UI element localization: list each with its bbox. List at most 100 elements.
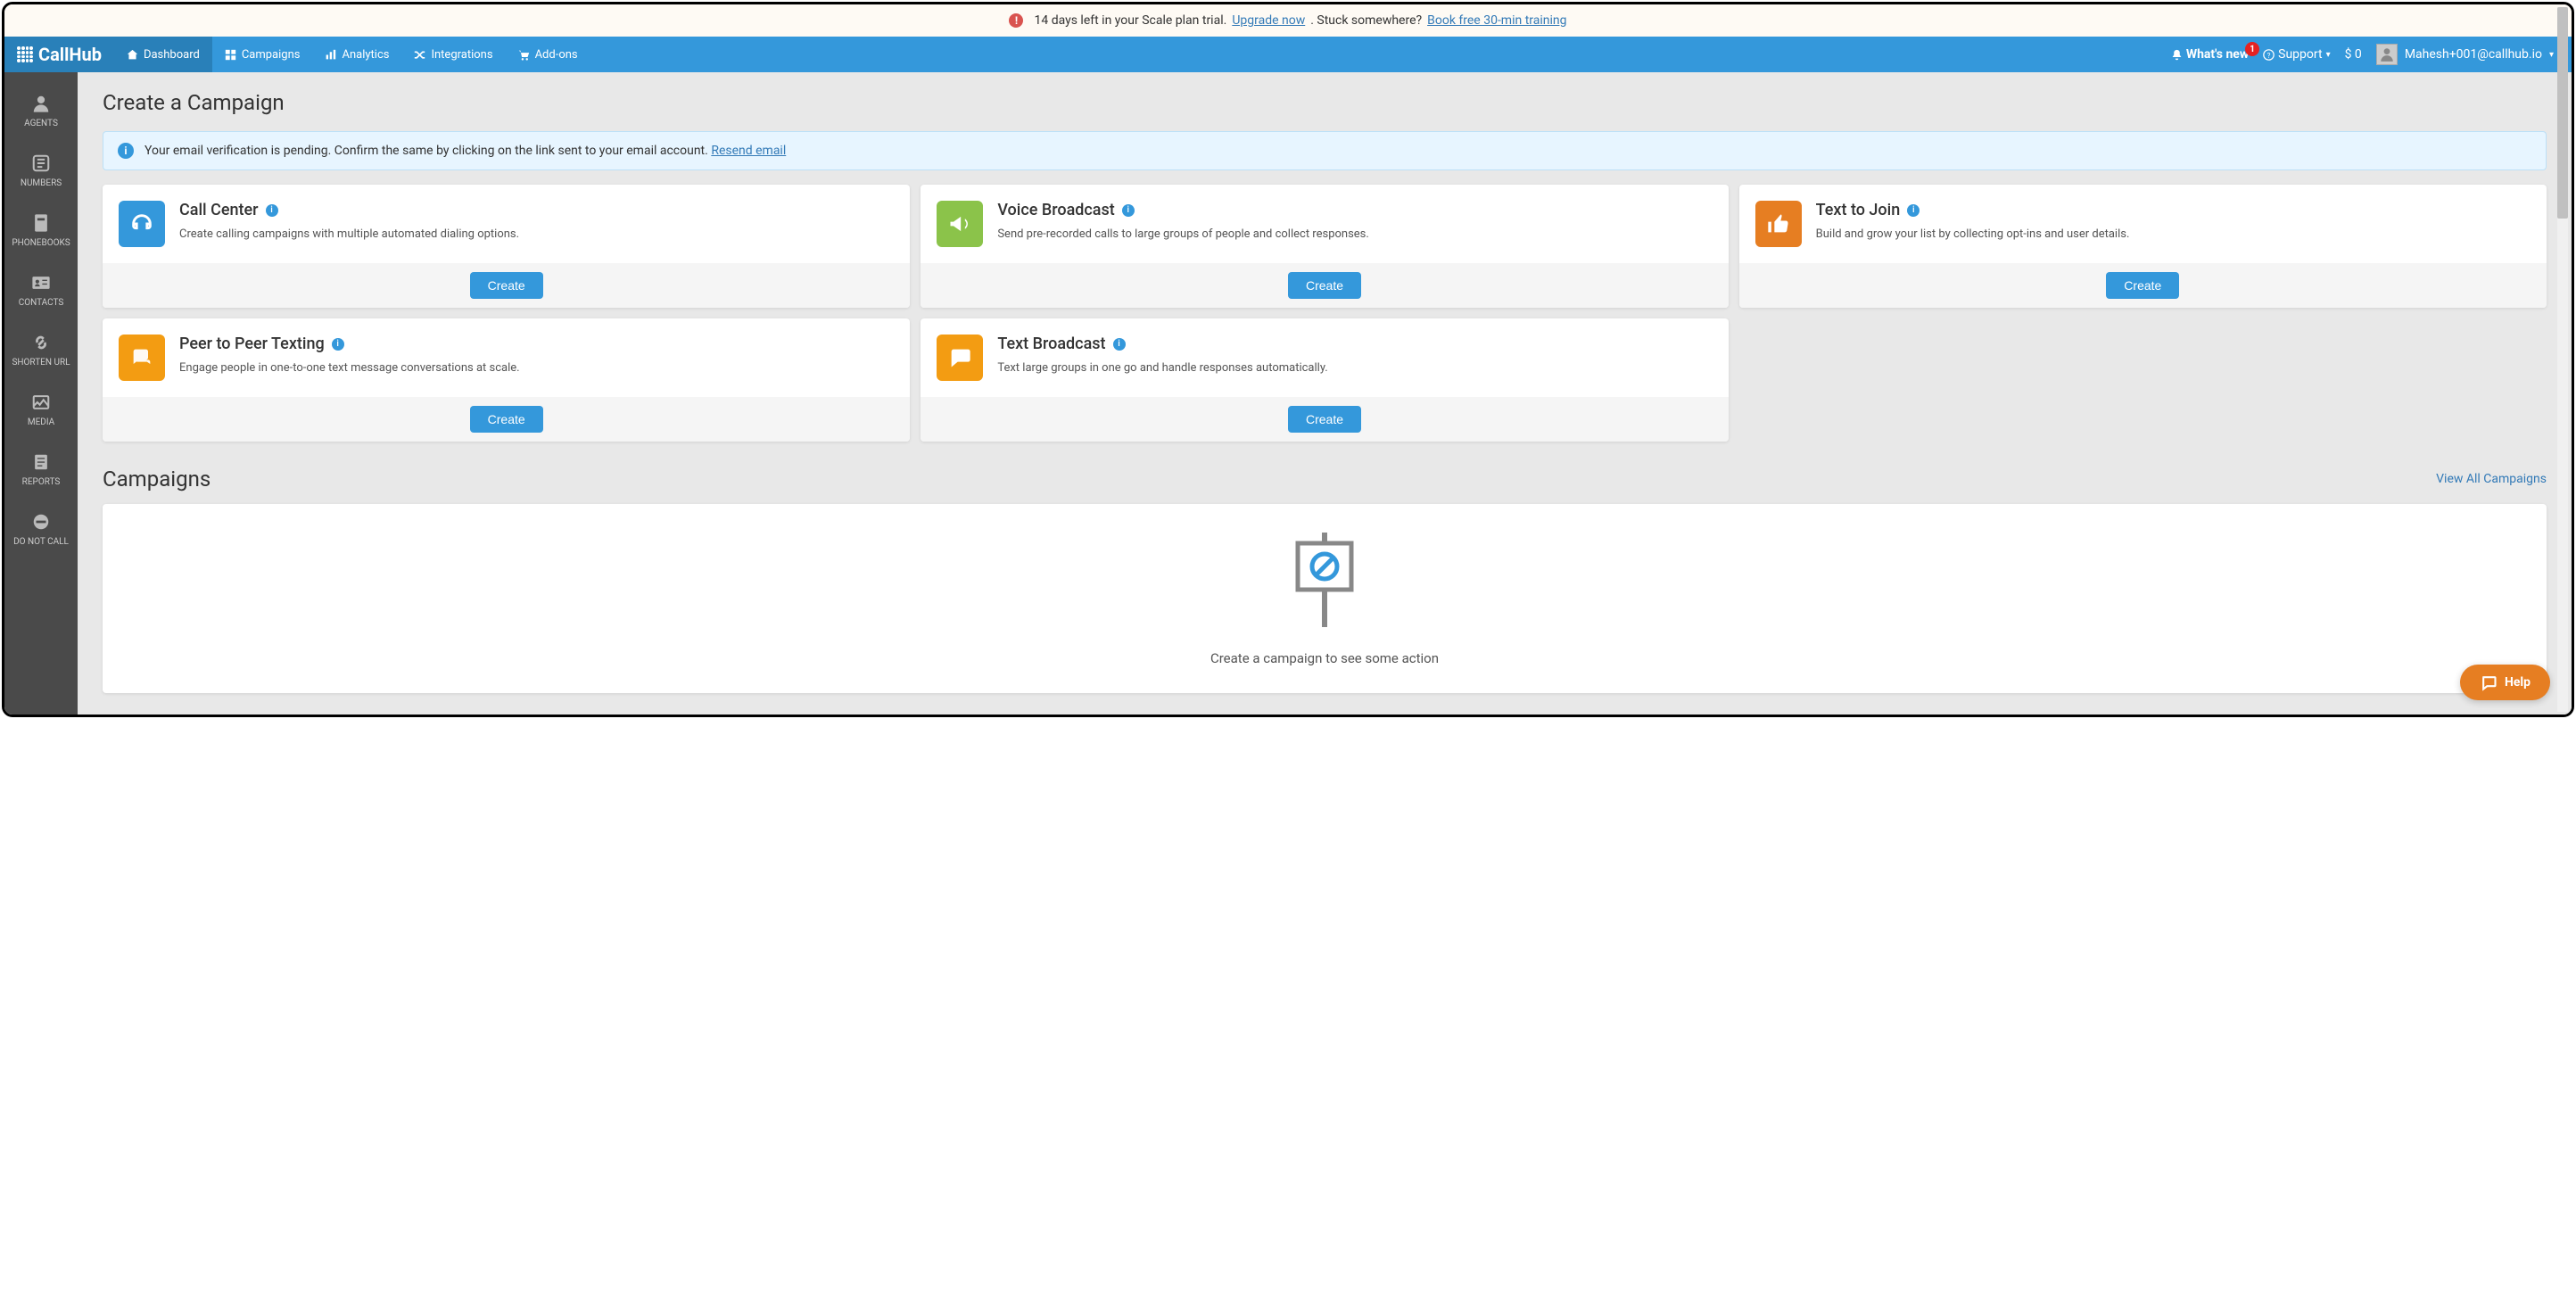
sidebar-reports-label: REPORTS	[22, 477, 61, 487]
card-title: Call Center	[179, 201, 259, 219]
brand-name: CallHub	[38, 44, 102, 65]
sidebar-numbers[interactable]: NUMBERS	[4, 141, 78, 201]
brand-logo[interactable]: CallHub	[4, 37, 114, 72]
campaigns-empty-state: Create a campaign to see some action	[103, 504, 2547, 693]
headset-icon	[119, 201, 165, 247]
nav-integrations-label: Integrations	[431, 48, 492, 62]
user-email: Mahesh+001@callhub.io	[2405, 47, 2542, 62]
cart-icon	[518, 49, 530, 61]
trial-text: 14 days left in your Scale plan trial.	[1034, 13, 1226, 28]
caret-down-icon: ▾	[2549, 50, 2554, 60]
sidebar-dnc-label: DO NOT CALL	[13, 537, 69, 547]
chat-icon	[937, 335, 983, 381]
whats-new-label: What's new	[2186, 47, 2249, 62]
sidebar-contacts[interactable]: CONTACTS	[4, 260, 78, 320]
card-title: Text to Join	[1816, 201, 1901, 219]
nav-analytics[interactable]: Analytics	[312, 37, 401, 72]
create-text-to-join-button[interactable]: Create	[2106, 272, 2179, 299]
grid-icon	[225, 49, 236, 61]
banner-text: Your email verification is pending. Conf…	[144, 144, 711, 158]
card-peer-to-peer: Peer to Peer Texting i Engage people in …	[103, 318, 910, 442]
chat-help-icon	[2480, 673, 2498, 691]
empty-message: Create a campaign to see some action	[1210, 650, 1439, 666]
scrollbar[interactable]	[2557, 7, 2568, 712]
nav-analytics-label: Analytics	[342, 48, 389, 62]
create-p2p-button[interactable]: Create	[470, 406, 543, 433]
chart-icon	[325, 49, 336, 61]
main-content: Create a Campaign i Your email verificat…	[78, 72, 2572, 715]
sidebar-media[interactable]: MEDIA	[4, 380, 78, 440]
info-icon[interactable]: i	[1122, 204, 1135, 217]
resend-email-link[interactable]: Resend email	[711, 144, 786, 158]
sidebar-dnc[interactable]: DO NOT CALL	[4, 500, 78, 559]
scrollbar-thumb[interactable]	[2557, 7, 2568, 219]
person-icon	[31, 94, 51, 113]
nav-addons-label: Add-ons	[535, 48, 578, 62]
warning-icon: !	[1009, 13, 1023, 28]
info-icon[interactable]: i	[1907, 204, 1920, 217]
notification-badge: 1	[2245, 42, 2259, 56]
sidebar-agents[interactable]: AGENTS	[4, 81, 78, 141]
card-call-center: Call Center i Create calling campaigns w…	[103, 185, 910, 308]
view-all-campaigns-link[interactable]: View All Campaigns	[2436, 472, 2547, 486]
nav-campaigns-label: Campaigns	[242, 48, 301, 62]
nav-integrations[interactable]: Integrations	[401, 37, 505, 72]
info-icon[interactable]: i	[332, 338, 344, 351]
thumbs-up-icon	[1755, 201, 1802, 247]
card-title: Text Broadcast	[997, 335, 1105, 353]
phone-list-icon	[31, 153, 51, 173]
support-label: Support	[2278, 47, 2322, 62]
campaign-type-cards: Call Center i Create calling campaigns w…	[103, 185, 2547, 442]
svg-text:?: ?	[2267, 50, 2271, 59]
upgrade-link[interactable]: Upgrade now	[1232, 13, 1305, 28]
card-desc: Engage people in one-to-one text message…	[179, 360, 520, 376]
trial-stuck-text: . Stuck somewhere?	[1310, 13, 1422, 28]
nav-addons[interactable]: Add-ons	[506, 37, 590, 72]
nav-dashboard[interactable]: Dashboard	[114, 37, 212, 72]
chat-bubbles-icon	[119, 335, 165, 381]
sidebar-reports[interactable]: REPORTS	[4, 440, 78, 500]
sidebar-shorten-label: SHORTEN URL	[12, 358, 70, 368]
sidebar: AGENTS NUMBERS PHONEBOOKS CONTACTS	[4, 72, 78, 715]
user-menu[interactable]: Mahesh+001@callhub.io ▾	[2376, 44, 2554, 65]
bell-icon	[2171, 49, 2183, 61]
sidebar-phonebooks[interactable]: PHONEBOOKS	[4, 201, 78, 260]
info-icon: i	[118, 143, 134, 159]
nav-campaigns[interactable]: Campaigns	[212, 37, 313, 72]
create-text-broadcast-button[interactable]: Create	[1288, 406, 1361, 433]
shuffle-icon	[414, 49, 425, 61]
book-icon	[31, 213, 51, 233]
card-desc: Build and grow your list by collecting o…	[1816, 227, 2130, 243]
help-label: Help	[2505, 675, 2531, 690]
balance-display: $ 0	[2345, 47, 2362, 62]
bullhorn-icon	[937, 201, 983, 247]
help-button[interactable]: Help	[2460, 665, 2550, 700]
create-voice-broadcast-button[interactable]: Create	[1288, 272, 1361, 299]
nav-dashboard-label: Dashboard	[144, 48, 200, 62]
create-call-center-button[interactable]: Create	[470, 272, 543, 299]
sidebar-shorten-url[interactable]: SHORTEN URL	[4, 320, 78, 380]
card-desc: Create calling campaigns with multiple a…	[179, 227, 519, 243]
avatar-icon	[2376, 44, 2398, 65]
info-icon[interactable]: i	[266, 204, 278, 217]
sidebar-media-label: MEDIA	[28, 417, 54, 427]
info-icon[interactable]: i	[1113, 338, 1126, 351]
trial-banner: ! 14 days left in your Scale plan trial.…	[4, 4, 2572, 37]
card-desc: Send pre-recorded calls to large groups …	[997, 227, 1369, 243]
home-icon	[127, 49, 138, 61]
logo-dots-icon	[17, 46, 33, 62]
card-voice-broadcast: Voice Broadcast i Send pre-recorded call…	[921, 185, 1728, 308]
whats-new-button[interactable]: What's new 1	[2171, 47, 2249, 62]
question-icon: ?	[2263, 49, 2275, 61]
sidebar-contacts-label: CONTACTS	[19, 298, 64, 308]
support-dropdown[interactable]: ? Support ▾	[2263, 47, 2330, 62]
card-text-broadcast: Text Broadcast i Text large groups in on…	[921, 318, 1728, 442]
card-title: Voice Broadcast	[997, 201, 1114, 219]
sidebar-phonebooks-label: PHONEBOOKS	[12, 238, 70, 248]
card-text-to-join: Text to Join i Build and grow your list …	[1739, 185, 2547, 308]
image-icon	[31, 392, 51, 412]
blocked-icon	[31, 512, 51, 532]
book-training-link[interactable]: Book free 30-min training	[1427, 13, 1566, 28]
sidebar-numbers-label: NUMBERS	[21, 178, 62, 188]
top-nav: CallHub Dashboard Campaigns Analytics	[4, 37, 2572, 72]
